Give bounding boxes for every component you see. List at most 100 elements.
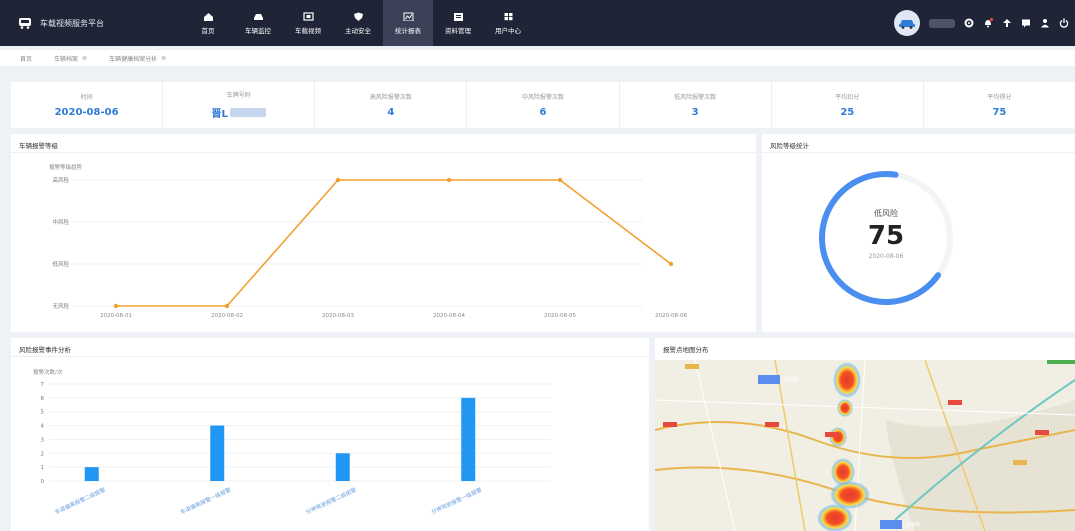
username[interactable] xyxy=(929,18,955,28)
nav-label: 用户中心 xyxy=(495,26,521,35)
y-tick-label: 7 xyxy=(41,382,45,388)
stat-mid-risk: 中风险报警次数 6 xyxy=(467,82,620,128)
bus-logo-icon xyxy=(19,18,31,29)
x-tick-label: 2020-08-04 xyxy=(433,313,465,319)
video-icon xyxy=(302,11,314,21)
alarm-heatmap[interactable]: 迎宾路 冶金路 xyxy=(655,360,1075,531)
trend-line-chart: 报警等级趋势无风险 低风险 中风险 高风险 2020-08-01 2020-08-02 20… xyxy=(49,163,687,319)
stat-plate: 车牌号码 晋L xyxy=(163,82,316,128)
x-tick-label: 分神驾驶报警一级报警 xyxy=(430,485,484,516)
events-panel: 风险报警事件分析 报警次数/次 0 1 2 3 4 5 6 7 车道偏离报警二级报警 车道偏离报警一… xyxy=(11,338,649,531)
nav-item-grid[interactable]: 用户中心 xyxy=(483,0,533,46)
stat-label: 低风险报警次数 xyxy=(674,94,717,101)
data-point[interactable] xyxy=(224,303,230,309)
y-tick-label: 高风险 xyxy=(52,176,69,184)
x-tick-label: 分神驾驶报警二级报警 xyxy=(304,485,358,516)
stat-label: 平均得分 xyxy=(987,94,1012,101)
close-icon[interactable]: ⊗ xyxy=(82,55,87,62)
nav-item-shield[interactable]: 主动安全 xyxy=(333,0,383,46)
x-tick-label: 2020-08-06 xyxy=(655,313,687,319)
nav-item-home[interactable]: 首页 xyxy=(183,0,233,46)
message-icon[interactable] xyxy=(1021,18,1031,28)
user-icon[interactable] xyxy=(1040,18,1050,28)
car-icon xyxy=(253,13,263,20)
plate-redacted xyxy=(229,108,266,117)
power-icon[interactable] xyxy=(1059,18,1069,28)
map-panel: 报警点地图分布 迎宾路 冶金路 xyxy=(655,338,1075,531)
stat-value: 晋L xyxy=(211,109,228,120)
y-tick-label: 6 xyxy=(41,396,45,402)
x-tick-label: 车道偏离报警二级报警 xyxy=(53,485,107,516)
folder-icon xyxy=(453,12,463,21)
stat-avg-deduction: 平均扣分 25 xyxy=(772,82,924,128)
stat-value: 2020-08-06 xyxy=(54,107,119,118)
breadcrumb-item[interactable]: 首页 xyxy=(20,54,32,63)
user-toolbar xyxy=(894,0,1075,46)
nav-item-report[interactable]: 统计报表 xyxy=(383,0,433,46)
nav-label: 资料管理 xyxy=(445,26,471,35)
risk-panel: 风险等级统计 低风险 75 2020-08-06 xyxy=(762,134,1075,332)
events-bar-chart: 报警次数/次 0 1 2 3 4 5 6 7 车道偏离报警二级报警 车道偏离报警一级报警 分神驾驶报警… xyxy=(33,368,551,516)
nav-label: 首页 xyxy=(201,26,215,35)
y-tick-label: 低风险 xyxy=(52,260,69,268)
y-tick-label: 无风险 xyxy=(52,302,69,310)
car-avatar-icon xyxy=(899,20,915,29)
upload-icon[interactable] xyxy=(1002,18,1012,28)
main-nav: 首页 车辆监控 车载视频 主动安全 统计报表 资料管理 用户中心 xyxy=(183,0,533,46)
map-district-badge xyxy=(758,375,780,384)
nav-label: 车载视频 xyxy=(295,26,321,35)
stat-label: 车牌号码 xyxy=(226,92,251,99)
breadcrumb-label: 首页 xyxy=(20,55,33,63)
data-point[interactable] xyxy=(446,177,452,183)
bar[interactable] xyxy=(461,397,476,481)
bar[interactable] xyxy=(335,453,350,481)
stat-value: 25 xyxy=(840,107,855,118)
data-point[interactable] xyxy=(668,261,674,267)
bell-icon[interactable] xyxy=(983,18,993,28)
top-navigation-bar: 车载视频服务平台 首页 车辆监控 车载视频 主动安全 统计报表 资料管理 用户中心 xyxy=(0,0,1075,46)
stat-label: 平均扣分 xyxy=(835,94,860,101)
y-axis-label: 报警等级趋势 xyxy=(49,163,83,171)
stat-label: 中风险报警次数 xyxy=(521,94,564,101)
risk-date: 2020-08-06 xyxy=(868,253,904,260)
x-tick-label: 2020-08-05 xyxy=(544,313,576,319)
stat-value: 3 xyxy=(691,107,699,118)
data-point[interactable] xyxy=(557,177,563,183)
nav-item-folder[interactable]: 资料管理 xyxy=(433,0,483,46)
map-canvas xyxy=(655,360,1075,531)
y-tick-label: 2 xyxy=(41,451,45,457)
nav-label: 主动安全 xyxy=(345,26,371,35)
summary-stats: 时间 2020-08-06 车牌号码 晋L 高风险报警次数 4 中风险报警次数 … xyxy=(11,82,1075,128)
map-district-badge xyxy=(880,520,902,529)
nav-item-car[interactable]: 车辆监控 xyxy=(233,0,283,46)
home-icon xyxy=(203,12,213,21)
data-point[interactable] xyxy=(113,303,119,309)
x-tick-label: 2020-08-01 xyxy=(100,313,132,319)
stat-high-risk: 高风险报警次数 4 xyxy=(315,82,468,128)
stat-value: 6 xyxy=(539,107,547,118)
brand[interactable]: 车载视频服务平台 xyxy=(18,0,104,46)
y-tick-label: 中风险 xyxy=(52,218,69,226)
data-point[interactable] xyxy=(335,177,341,183)
breadcrumb-label: 车辆健康档案分析 xyxy=(109,55,158,63)
app-title: 车载视频服务平台 xyxy=(40,18,104,28)
grid-icon xyxy=(504,12,512,20)
stat-value: 75 xyxy=(992,107,1007,118)
map-place-label: 冶金路 xyxy=(905,522,921,528)
bar[interactable] xyxy=(84,467,99,481)
breadcrumb-item[interactable]: 车辆健康档案分析 ⊗ xyxy=(109,54,166,63)
bar[interactable] xyxy=(210,425,225,481)
stat-label: 时间 xyxy=(80,94,93,101)
report-icon xyxy=(403,12,413,21)
breadcrumb-item[interactable]: 车辆档案 ⊗ xyxy=(54,54,87,63)
nav-item-video[interactable]: 车载视频 xyxy=(283,0,333,46)
y-tick-label: 1 xyxy=(41,465,45,471)
gear-icon[interactable] xyxy=(964,18,974,28)
avatar[interactable] xyxy=(894,10,920,36)
risk-score: 75 xyxy=(867,221,905,251)
x-tick-label: 2020-08-02 xyxy=(211,313,243,319)
close-icon[interactable]: ⊗ xyxy=(161,55,166,62)
trend-panel: 车辆报警等级 报警等级趋势 无风险 低风险 中风险 高风险 2020-08-01 2020-… xyxy=(11,134,756,332)
y-tick-label: 5 xyxy=(41,410,45,416)
panel-title: 报警点地图分布 xyxy=(663,346,709,354)
